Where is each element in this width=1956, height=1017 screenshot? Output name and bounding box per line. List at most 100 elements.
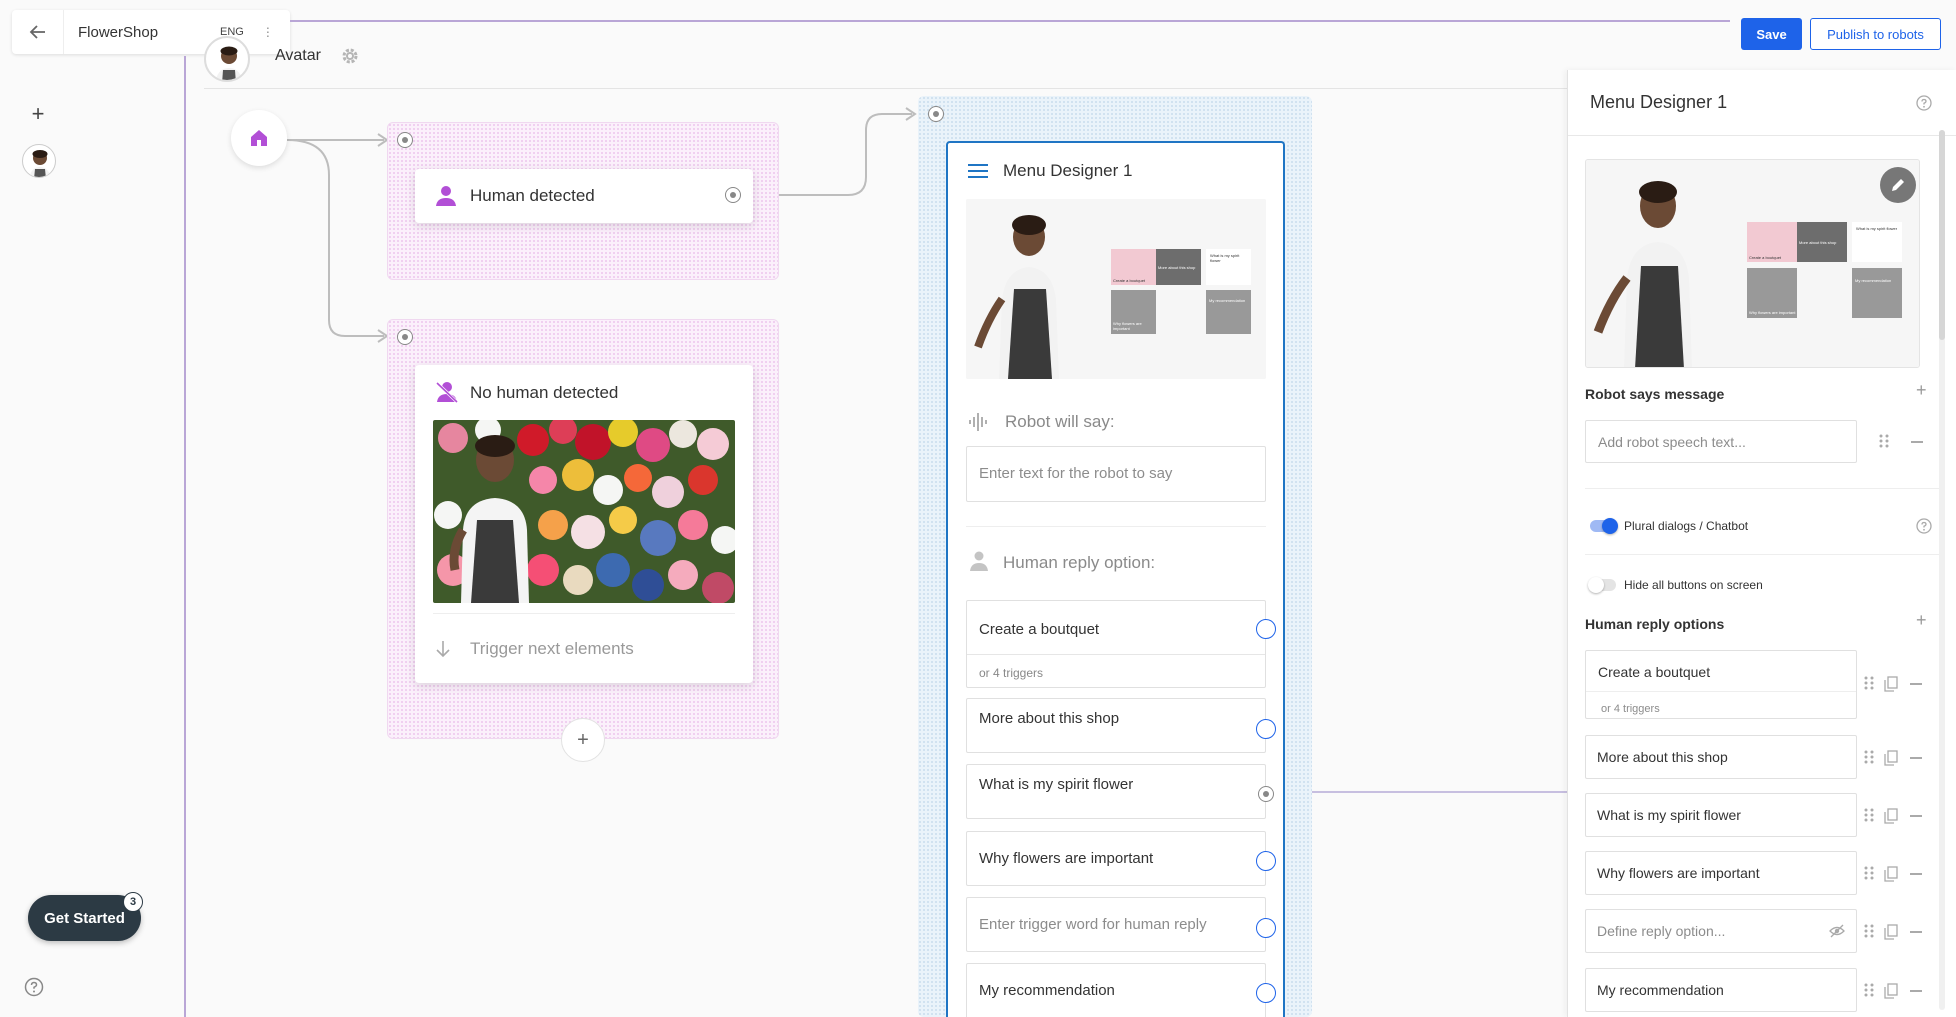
preview-tile: My recommendation <box>1852 268 1902 318</box>
robot-speech-input[interactable]: Add robot speech text... <box>1585 420 1857 463</box>
no-human-detected-title: No human detected <box>470 383 619 402</box>
panel-title: Menu Designer 1 <box>1590 92 1728 112</box>
preview-tile: Create a boutquet <box>1747 222 1797 262</box>
avatar-settings-button[interactable] <box>340 46 360 66</box>
minus-icon[interactable] <box>1910 873 1922 875</box>
copy-icon[interactable] <box>1884 866 1898 882</box>
drag-handle-icon[interactable] <box>1864 676 1874 690</box>
minus-icon[interactable] <box>1910 757 1922 759</box>
drag-handle-icon[interactable] <box>1864 750 1874 764</box>
option-output-port[interactable] <box>1256 851 1276 871</box>
preview-image <box>966 199 1266 379</box>
robot-say-input[interactable]: Enter text for the robot to say <box>966 446 1266 502</box>
preview-tile: Why flowers are important <box>1747 268 1797 318</box>
flower-shop-image <box>433 420 735 603</box>
option-output-port[interactable] <box>1256 918 1276 938</box>
robot-will-say-label: Robot will say: <box>1005 412 1115 431</box>
get-started-count-badge: 3 <box>123 892 143 912</box>
help-icon[interactable] <box>1916 518 1932 534</box>
sound-wave-icon <box>969 413 987 431</box>
save-button[interactable]: Save <box>1741 18 1802 50</box>
robot-avatar-thumb[interactable] <box>22 144 56 178</box>
menu-designer-title: Menu Designer 1 <box>1003 161 1133 180</box>
trigger-next-label[interactable]: Trigger next elements <box>470 639 634 659</box>
left-panel-border <box>184 56 186 1017</box>
gear-icon <box>342 48 358 64</box>
help-button[interactable] <box>24 977 44 997</box>
human-reply-heading: Human reply options <box>1585 616 1725 632</box>
copy-icon[interactable] <box>1884 808 1898 824</box>
edit-screen-button[interactable] <box>1880 167 1916 203</box>
scrollbar-thumb[interactable] <box>1939 130 1945 340</box>
avatar-image <box>204 36 250 82</box>
app-title: FlowerShop <box>78 23 159 41</box>
more-menu-icon[interactable]: ⋮ <box>262 25 274 39</box>
reply-option-row[interactable]: My recommendation <box>1585 968 1857 1012</box>
minus-icon[interactable] <box>1910 815 1922 817</box>
panel-divider <box>1585 554 1940 555</box>
minus-icon[interactable] <box>1910 683 1922 685</box>
preview-tile: More about this shop <box>1797 222 1847 262</box>
reply-option[interactable]: Why flowers are important <box>966 831 1266 886</box>
reply-option-row[interactable]: Create a boutquet or 4 triggers <box>1585 650 1857 719</box>
add-element-button[interactable]: + <box>561 718 605 762</box>
option-output-port[interactable] <box>1256 983 1276 1003</box>
input-port[interactable] <box>397 132 413 148</box>
reply-option[interactable]: More about this shop <box>966 698 1266 753</box>
preview-image <box>1586 160 1919 367</box>
option-output-port-connected[interactable] <box>1258 786 1274 802</box>
hide-buttons-toggle[interactable] <box>1588 577 1616 593</box>
panel-scrollbar[interactable] <box>1939 130 1945 1010</box>
start-node[interactable] <box>231 110 287 166</box>
panel-divider <box>1568 135 1956 136</box>
publish-to-robots-button[interactable]: Publish to robots <box>1810 18 1941 50</box>
pencil-icon <box>1892 179 1904 191</box>
section-divider <box>966 526 1266 527</box>
drag-handle-icon[interactable] <box>1864 866 1874 880</box>
help-icon[interactable] <box>1916 95 1932 111</box>
drag-handle-icon[interactable] <box>1864 808 1874 822</box>
top-divider <box>290 20 1730 22</box>
drag-handle-icon[interactable] <box>1864 924 1874 938</box>
no-human-detected-card[interactable]: No human detected Trigger next elements <box>415 365 753 683</box>
option-output-port[interactable] <box>1256 719 1276 739</box>
human-detected-title: Human detected <box>470 186 595 205</box>
option-output-port[interactable] <box>1256 619 1276 639</box>
minus-icon[interactable] <box>1910 990 1922 992</box>
reply-option[interactable]: Create a boutquet or 4 triggers <box>966 600 1266 688</box>
reply-option-input[interactable]: Define reply option... <box>1585 909 1857 953</box>
reply-option[interactable]: My recommendation <box>966 963 1266 1017</box>
reply-option-row[interactable]: What is my spirit flower <box>1585 793 1857 837</box>
drag-handle-icon[interactable] <box>1879 434 1889 448</box>
output-port[interactable] <box>725 187 741 203</box>
add-reply-option-button[interactable]: + <box>1916 610 1927 631</box>
menu-designer-card[interactable]: Menu Designer 1 Create a boutquet More a… <box>946 141 1285 1017</box>
header-divider <box>204 88 1568 89</box>
input-port[interactable] <box>928 106 944 122</box>
eye-off-icon[interactable] <box>1829 924 1845 938</box>
drag-handle-icon[interactable] <box>1864 983 1874 997</box>
reply-option-row[interactable]: More about this shop <box>1585 735 1857 779</box>
minus-icon[interactable] <box>1911 441 1923 443</box>
input-port[interactable] <box>397 329 413 345</box>
add-robot-button[interactable]: + <box>26 101 50 126</box>
minus-icon[interactable] <box>1910 931 1922 933</box>
plural-dialogs-toggle[interactable] <box>1590 518 1618 534</box>
plural-dialogs-label: Plural dialogs / Chatbot <box>1624 519 1749 533</box>
back-button[interactable] <box>12 10 64 54</box>
arrow-down-icon <box>436 641 450 658</box>
human-detected-card[interactable]: Human detected <box>415 169 753 223</box>
help-icon <box>24 977 44 997</box>
reply-option-row[interactable]: Why flowers are important <box>1585 851 1857 895</box>
person-icon <box>436 186 456 206</box>
preview-tile: My recommendation <box>1206 290 1251 334</box>
reply-option-input[interactable]: Enter trigger word for human reply <box>966 897 1266 952</box>
add-robot-message-button[interactable]: + <box>1916 380 1927 401</box>
reply-option[interactable]: What is my spirit flower <box>966 764 1266 819</box>
flower-scene-image <box>433 420 735 603</box>
human-reply-label: Human reply option: <box>1003 553 1156 572</box>
copy-icon[interactable] <box>1884 750 1898 766</box>
copy-icon[interactable] <box>1884 983 1898 999</box>
copy-icon[interactable] <box>1884 924 1898 940</box>
copy-icon[interactable] <box>1884 676 1898 692</box>
